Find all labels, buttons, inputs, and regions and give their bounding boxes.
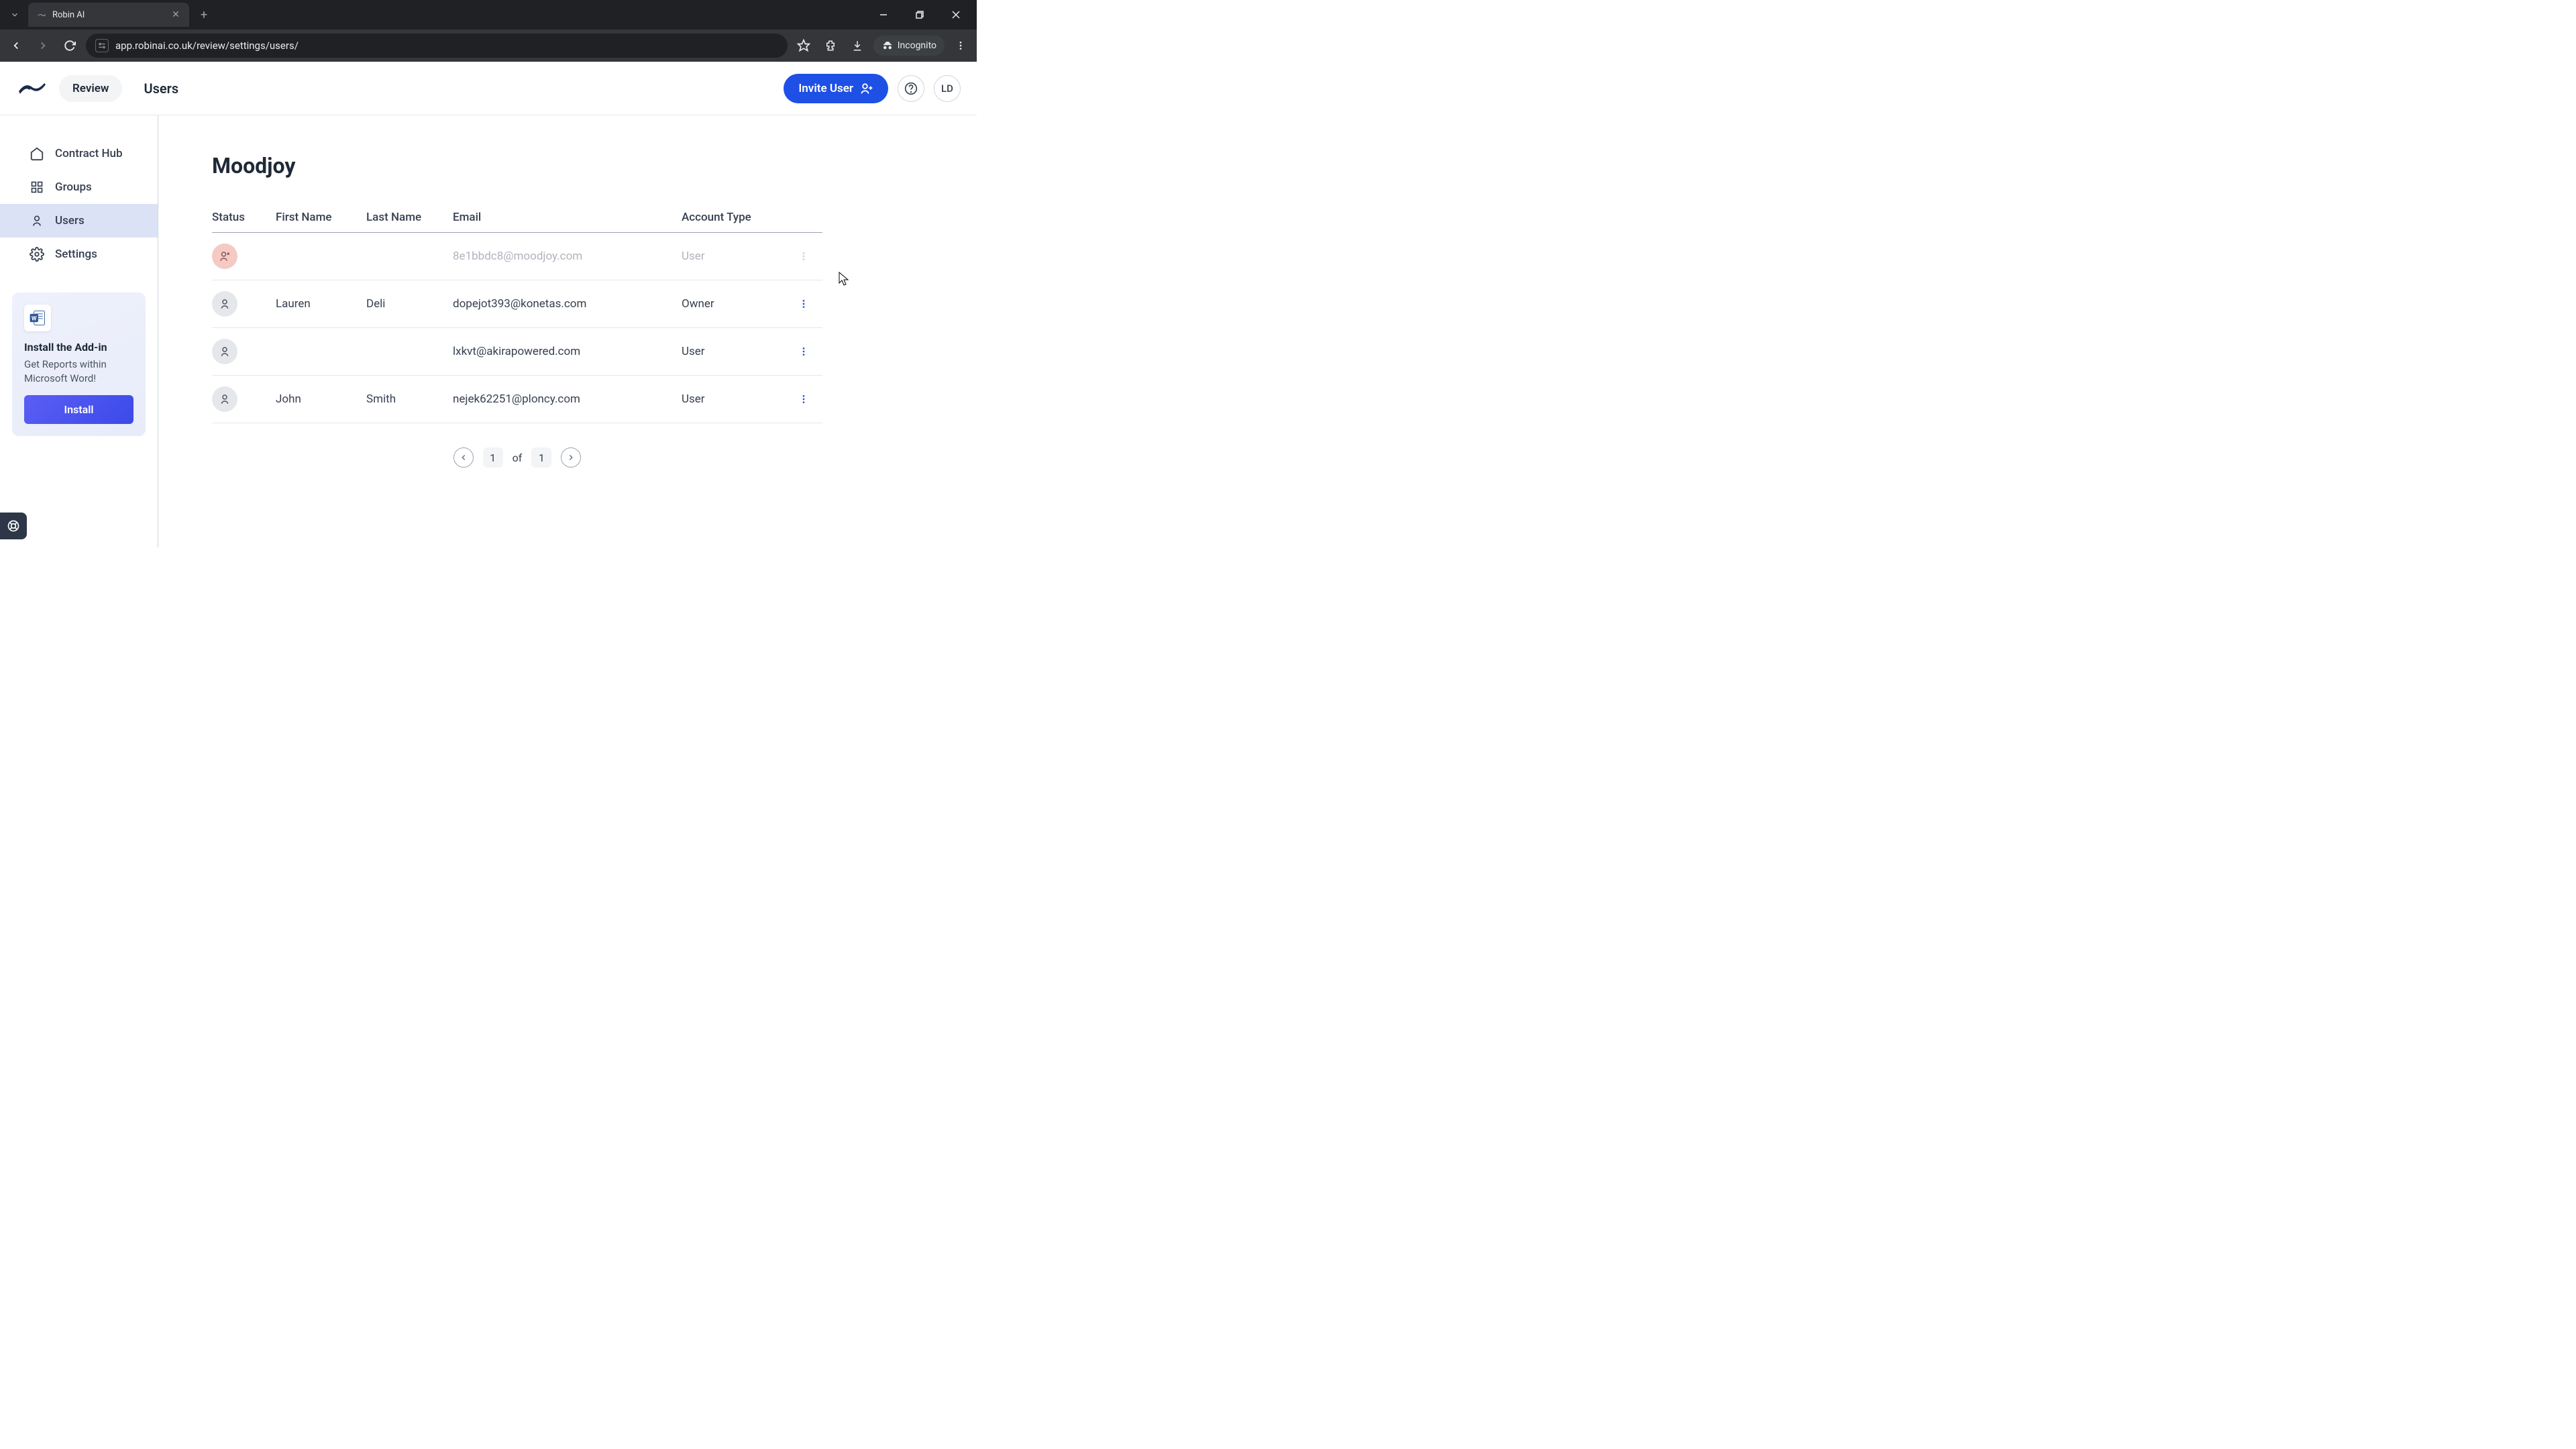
status-icon	[212, 244, 237, 269]
status-icon	[212, 291, 237, 317]
cell-account-type: Owner	[682, 297, 796, 311]
cell-account-type: User	[682, 250, 796, 263]
cell-last-name: Smith	[366, 392, 453, 406]
pagination-of: of	[513, 451, 523, 464]
user-avatar[interactable]: LD	[934, 75, 961, 102]
sidebar-item-groups[interactable]: Groups	[0, 170, 158, 204]
reload-button[interactable]	[59, 35, 80, 56]
svg-text:W: W	[32, 316, 37, 323]
col-last-name: Last Name	[366, 211, 453, 224]
minimize-button[interactable]	[868, 4, 899, 25]
promo-title: Install the Add-in	[24, 341, 133, 354]
cell-email: 8e1bbdc8@moodjoy.com	[453, 250, 682, 263]
extensions-icon[interactable]	[820, 35, 841, 56]
invite-user-button[interactable]: Invite User	[784, 74, 888, 103]
col-first-name: First Name	[276, 211, 366, 224]
cell-account-type: User	[682, 392, 796, 406]
org-title: Moodjoy	[212, 153, 923, 178]
col-status: Status	[212, 211, 276, 224]
invite-label: Invite User	[798, 82, 853, 95]
next-page-button[interactable]	[561, 447, 581, 468]
cell-first-name: John	[276, 392, 366, 406]
user-icon	[30, 213, 44, 228]
new-tab-button[interactable]: +	[195, 5, 213, 24]
browser-menu-icon[interactable]	[950, 35, 971, 56]
table-row: lxkvt@akirapowered.comUser	[212, 328, 822, 376]
pagination: 1 of 1	[212, 447, 822, 468]
sidebar-item-label: Settings	[55, 248, 97, 261]
status-icon	[212, 386, 237, 412]
sidebar-item-label: Contract Hub	[55, 147, 123, 160]
cell-email: nejek62251@ploncy.com	[453, 392, 682, 406]
page-title: Users	[144, 80, 178, 97]
current-page: 1	[483, 447, 503, 468]
browser-chrome: Robin AI ✕ + app.robinai.co.uk/review/se…	[0, 0, 977, 62]
col-email: Email	[453, 211, 682, 224]
users-table: Status First Name Last Name Email Accoun…	[212, 203, 822, 423]
sidebar: Contract Hub Groups Users Settings W Ins…	[0, 115, 158, 547]
sidebar-item-users[interactable]: Users	[0, 204, 158, 237]
table-row: LaurenDelidopejot393@konetas.comOwner	[212, 280, 822, 328]
gear-icon	[30, 247, 44, 262]
incognito-badge[interactable]: Incognito	[873, 36, 945, 56]
col-account-type: Account Type	[682, 211, 796, 224]
row-menu-button[interactable]	[796, 248, 812, 264]
tab-title: Robin AI	[52, 10, 165, 20]
url-text: app.robinai.co.uk/review/settings/users/	[115, 40, 778, 52]
address-bar: app.robinai.co.uk/review/settings/users/…	[0, 30, 977, 62]
table-row: 8e1bbdc8@moodjoy.comUser	[212, 233, 822, 280]
row-menu-button[interactable]	[796, 296, 812, 312]
sidebar-item-settings[interactable]: Settings	[0, 237, 158, 271]
close-icon[interactable]: ✕	[170, 9, 181, 20]
bookmark-icon[interactable]	[793, 35, 814, 56]
url-field[interactable]: app.robinai.co.uk/review/settings/users/	[86, 34, 788, 58]
downloads-icon[interactable]	[847, 35, 868, 56]
promo-desc: Get Reports within Microsoft Word!	[24, 358, 133, 386]
incognito-icon	[881, 40, 894, 52]
status-icon	[212, 339, 237, 364]
cell-last-name: Deli	[366, 297, 453, 311]
grid-icon	[30, 180, 44, 195]
row-menu-button[interactable]	[796, 391, 812, 407]
main-layout: Contract Hub Groups Users Settings W Ins…	[0, 115, 977, 547]
app-header: Review Users Invite User LD	[0, 62, 977, 115]
cell-email: dopejot393@konetas.com	[453, 297, 682, 311]
total-pages: 1	[531, 447, 551, 468]
home-icon	[30, 146, 44, 161]
browser-tab[interactable]: Robin AI ✕	[28, 3, 189, 27]
cell-email: lxkvt@akirapowered.com	[453, 345, 682, 358]
sidebar-item-contract-hub[interactable]: Contract Hub	[0, 137, 158, 170]
tab-search-button[interactable]	[5, 5, 24, 24]
table-row: JohnSmithnejek62251@ploncy.comUser	[212, 376, 822, 423]
support-bubble[interactable]	[0, 513, 27, 539]
promo-card: W Install the Add-in Get Reports within …	[12, 292, 146, 436]
sidebar-item-label: Users	[55, 214, 85, 227]
review-tab[interactable]: Review	[59, 75, 122, 102]
sidebar-item-label: Groups	[55, 180, 92, 194]
content-area: Moodjoy Status First Name Last Name Emai…	[158, 115, 977, 547]
add-user-icon	[860, 82, 873, 95]
row-menu-button[interactable]	[796, 343, 812, 360]
incognito-label: Incognito	[898, 40, 936, 51]
tab-favicon	[36, 9, 47, 20]
install-button[interactable]: Install	[24, 395, 133, 424]
site-info-icon[interactable]	[95, 39, 109, 52]
forward-button[interactable]	[32, 35, 54, 56]
window-controls	[868, 4, 971, 25]
cell-account-type: User	[682, 345, 796, 358]
robin-logo[interactable]	[16, 76, 48, 101]
cell-first-name: Lauren	[276, 297, 366, 311]
lifebuoy-icon	[7, 519, 20, 533]
help-icon	[904, 82, 918, 95]
help-button[interactable]	[898, 75, 924, 102]
tab-bar: Robin AI ✕ +	[0, 0, 977, 30]
maximize-button[interactable]	[904, 4, 935, 25]
prev-page-button[interactable]	[453, 447, 474, 468]
word-icon: W	[24, 305, 51, 331]
table-header: Status First Name Last Name Email Accoun…	[212, 203, 822, 233]
close-window-button[interactable]	[941, 4, 971, 25]
back-button[interactable]	[5, 35, 27, 56]
